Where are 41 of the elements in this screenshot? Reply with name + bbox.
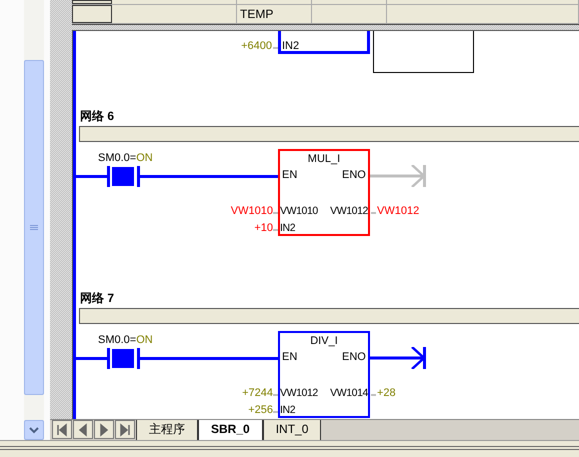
- input-value: +7244: [242, 387, 273, 399]
- table-cell: TEMP: [237, 5, 312, 23]
- pin-label: IN2: [282, 40, 300, 52]
- input-value: +256: [248, 404, 273, 416]
- tab[interactable]: INT_0: [262, 420, 322, 440]
- vertical-scrollbar[interactable]: [24, 0, 44, 440]
- pin-label: EN: [282, 351, 298, 363]
- first-button[interactable]: [52, 420, 72, 440]
- network-title: 网络 6: [80, 108, 114, 125]
- scrollbar-thumb[interactable]: [24, 60, 44, 395]
- input-value: +10: [254, 222, 273, 234]
- tab[interactable]: 主程序: [136, 420, 198, 440]
- pin-label: IN2: [280, 222, 296, 234]
- box-title: MUL_I: [306, 153, 342, 165]
- pin-label: ENO: [342, 169, 366, 181]
- pin-label: IN2: [280, 404, 296, 416]
- comment-bar[interactable]: [79, 308, 579, 324]
- contact-address: SM0.0=ON: [98, 334, 153, 346]
- output-value: VW1012: [377, 205, 420, 217]
- pin-label: ENO: [342, 351, 366, 363]
- prev-button[interactable]: [73, 420, 93, 440]
- last-button[interactable]: [115, 420, 135, 440]
- pin-label: EN: [282, 169, 298, 181]
- contact-address: SM0.0=ON: [98, 152, 153, 164]
- pin-label: VW1014: [330, 387, 368, 399]
- output-value: +28: [377, 387, 396, 399]
- contact-state: ON: [136, 334, 153, 346]
- comment-bar[interactable]: [79, 126, 579, 142]
- next-button[interactable]: [94, 420, 114, 440]
- pin-label: VW1012: [330, 205, 368, 217]
- input-value: +6400: [241, 40, 272, 52]
- pin-label: VW1010: [280, 205, 318, 217]
- scroll-down-button[interactable]: [24, 420, 44, 440]
- chevron-down-icon: [29, 426, 39, 434]
- row-header[interactable]: [72, 5, 112, 23]
- contact-state: ON: [136, 152, 153, 164]
- network-title: 网络 7: [80, 290, 114, 307]
- pin-label: VW1012: [280, 387, 318, 399]
- box-title: DIV_I: [309, 335, 339, 347]
- input-value: VW1010: [230, 205, 273, 217]
- tab[interactable]: SBR_0: [198, 420, 263, 440]
